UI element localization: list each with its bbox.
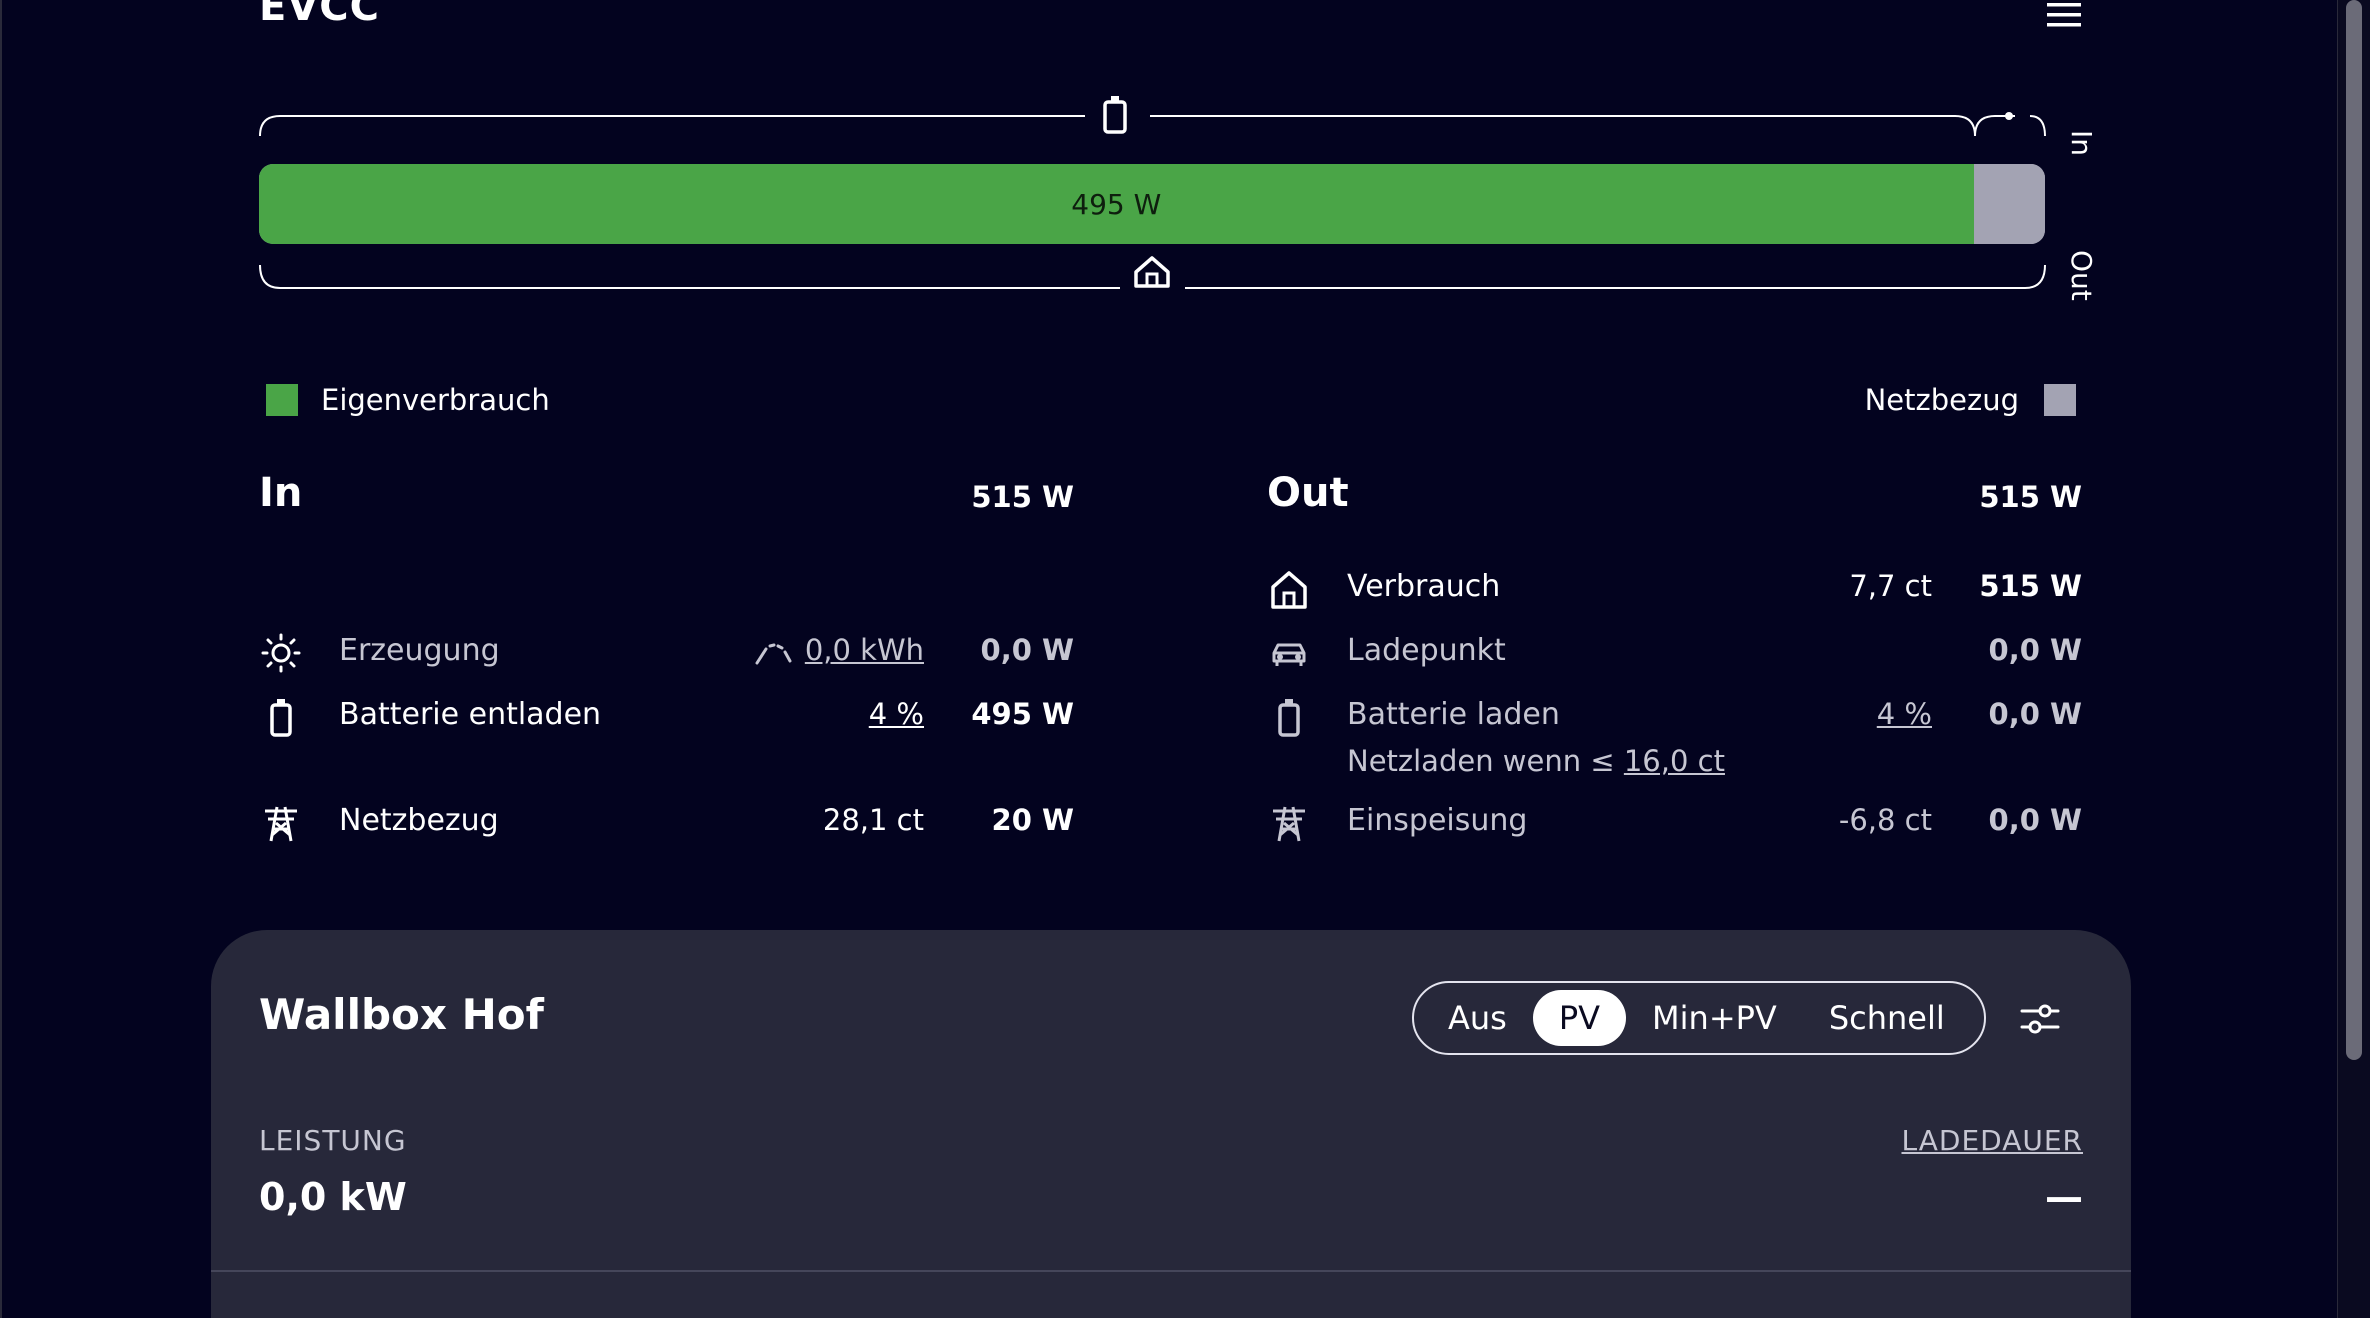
legend-self-label: Eigenverbrauch <box>321 383 550 417</box>
out-row-feed-in: Einspeisung -6,8 ct 0,0 W <box>1267 797 2082 847</box>
grid-import-label: Netzbezug <box>339 803 499 838</box>
flow-out-label: Out <box>2065 250 2098 301</box>
mode-button-pv[interactable]: PV <box>1532 990 1627 1046</box>
mode-button-off[interactable]: Aus <box>1422 990 1533 1046</box>
page: EVCC In Out 495 W Eigenverbrauch Netzbez… <box>0 0 2370 1318</box>
scrollbar-thumb[interactable] <box>2346 0 2362 1060</box>
self-consumption-segment: 495 W <box>259 164 1974 244</box>
in-section-total: 515 W <box>971 480 1074 514</box>
in-row-battery-discharge: Batterie entladen 4 % 495 W <box>259 691 1074 741</box>
out-row-battery-charge: Batterie laden 4 % 0,0 W <box>1267 691 2082 741</box>
generation-label: Erzeugung <box>339 633 500 668</box>
power-tower-icon <box>265 806 297 842</box>
loadpoint-value: 0,0 W <box>1988 633 2082 667</box>
loadpoint-label: Ladepunkt <box>1347 633 1506 668</box>
battery-icon <box>1103 96 1127 134</box>
home-icon <box>1271 571 1307 609</box>
in-row-grid-import: Netzbezug 28,1 ct 20 W <box>259 797 1074 847</box>
power-value: 0,0 kW <box>259 1175 407 1219</box>
power-label: LEISTUNG <box>259 1124 407 1157</box>
grid-import-segment <box>1973 164 2045 244</box>
legend-grid-import: Netzbezug <box>1865 383 2076 417</box>
loadpoint-title: Wallbox Hof <box>259 990 544 1039</box>
charge-duration-value: — <box>2045 1175 2083 1219</box>
grid-charge-limit-link[interactable]: 16,0 ct <box>1624 744 1725 778</box>
car-icon <box>1272 643 1306 666</box>
out-row-consumption: Verbrauch 7,7 ct 515 W <box>1267 563 2082 613</box>
battery-charge-value: 0,0 W <box>1988 697 2082 731</box>
charge-mode-selector: Aus PV Min+PV Schnell <box>1412 981 1986 1055</box>
app-title: EVCC <box>259 0 380 30</box>
generation-value: 0,0 W <box>980 633 1074 667</box>
pv-dot-icon <box>2005 112 2013 120</box>
flow-in-label: In <box>2065 130 2098 156</box>
legend-self-swatch <box>266 384 298 416</box>
out-row-loadpoint: Ladepunkt 0,0 W <box>1267 627 2082 677</box>
legend-grid-label: Netzbezug <box>1864 383 2019 417</box>
legend-grid-swatch <box>2044 384 2076 416</box>
legend-self-consumption: Eigenverbrauch <box>266 383 550 417</box>
sun-icon <box>261 633 301 673</box>
battery-discharge-label: Batterie entladen <box>339 697 602 732</box>
feed-in-value: 0,0 W <box>1988 803 2082 837</box>
charge-duration-label[interactable]: LADEDAUER <box>1901 1124 2083 1157</box>
loadpoint-card: Wallbox Hof Aus PV Min+PV Schnell LEISTU… <box>211 930 2131 1318</box>
out-section-title: Out <box>1267 470 1349 516</box>
battery-discharge-value: 495 W <box>971 697 1074 731</box>
in-section-title: In <box>259 470 303 516</box>
battery-icon <box>270 699 292 737</box>
battery-icon <box>1278 699 1300 737</box>
mode-button-min-pv[interactable]: Min+PV <box>1626 990 1803 1046</box>
mode-button-fast[interactable]: Schnell <box>1803 990 1971 1046</box>
bar-value-label: 495 W <box>1071 187 1162 221</box>
window-edge-left <box>0 0 2 1318</box>
energy-bar: 495 W <box>259 164 2045 244</box>
grid-import-value: 20 W <box>991 803 1074 837</box>
in-row-generation: Erzeugung 0,0 kWh 0,0 W <box>259 627 1074 677</box>
grid-charge-hint-text: Netzladen wenn ≤ <box>1347 744 1624 778</box>
out-section-total: 515 W <box>1979 480 2082 514</box>
power-tower-icon <box>1273 806 1305 842</box>
grid-charge-hint: Netzladen wenn ≤ 16,0 ct <box>1347 744 1725 778</box>
forecast-icon <box>755 643 792 665</box>
card-divider <box>211 1270 2131 1272</box>
settings-sliders-icon[interactable] <box>2017 996 2063 1042</box>
home-icon <box>1134 256 1170 288</box>
consumption-label: Verbrauch <box>1347 569 1501 604</box>
feed-in-label: Einspeisung <box>1347 803 1528 838</box>
hamburger-menu-icon[interactable] <box>2044 0 2084 30</box>
consumption-value: 515 W <box>1979 569 2082 603</box>
battery-charge-label: Batterie laden <box>1347 697 1560 732</box>
